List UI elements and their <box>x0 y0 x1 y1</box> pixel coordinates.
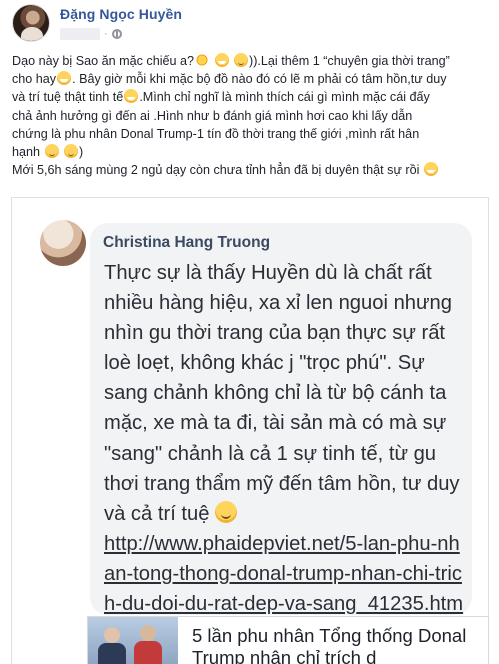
link-preview-title[interactable]: 5 lần phu nhân Tổng thống Donal Trump nh… <box>192 625 482 664</box>
post-text-segment: Mới 5,6h sáng mùng 2 ngủ dạy còn chưa tỉ… <box>12 163 420 178</box>
post-body: Dạo này bị Sao ăn mặc chiếu a? )).Lại th… <box>12 52 496 179</box>
smiling-emoji-icon <box>234 53 249 67</box>
thumbnail-person-head <box>140 625 156 641</box>
commenter-avatar[interactable] <box>40 220 86 266</box>
sun-emoji-icon <box>195 53 210 67</box>
smiling-emoji-icon <box>64 144 79 159</box>
globe-icon[interactable] <box>111 29 122 39</box>
blush-emoji-icon <box>215 500 238 523</box>
post-text-segment: .Mình chỉ nghĩ là mình thích cái gì mình… <box>139 90 430 105</box>
grinning-emoji-icon <box>214 53 229 67</box>
post-meta: · <box>60 27 122 41</box>
post-text-segment: chả ảnh hưởng gì đến ai .Hình như b đánh… <box>12 108 413 123</box>
smiling-emoji-icon <box>44 144 59 159</box>
meta-separator: · <box>104 28 108 40</box>
grinning-emoji-icon <box>124 89 139 104</box>
commenter-name[interactable]: Christina Hang Truong <box>103 234 270 252</box>
thumbnail-person-body <box>134 641 162 664</box>
thumbnail-person-head <box>104 627 120 643</box>
post-text-segment: cho hay <box>12 72 57 87</box>
post-text-segment: Dạo này bị Sao ăn mặc chiếu a? <box>12 54 195 68</box>
timestamp-redacted[interactable] <box>60 28 100 40</box>
grinning-emoji-icon <box>423 162 438 177</box>
post-text-segment: hạnh <box>12 145 41 160</box>
grinning-emoji-icon <box>57 71 72 86</box>
post-text-segment: . Bây giờ mỗi khi mặc bộ đồ nào đó có lẽ… <box>72 72 447 87</box>
post-text-segment: chứng là phu nhân Donal Trump-1 tín đồ t… <box>12 126 420 141</box>
thumbnail-person-body <box>98 643 126 664</box>
author-avatar[interactable] <box>12 4 50 42</box>
link-preview-thumbnail[interactable] <box>88 617 178 664</box>
author-name[interactable]: Đặng Ngọc Huyền <box>60 6 182 22</box>
post-text-segment: ) <box>79 145 84 160</box>
post-text-segment: và trí tuệ thật tinh tế <box>12 90 124 105</box>
post-text-segment: )).Lại thêm 1 “chuyên gia thời trang” <box>249 54 450 68</box>
facebook-post: Đặng Ngọc Huyền · Dạo này bị Sao ăn mặc … <box>0 0 499 664</box>
comment-body: Thực sự là thấy Huyền dù là chất rất nhi… <box>104 262 460 525</box>
comment-text: Thực sự là thấy Huyền dù là chất rất nhi… <box>104 258 466 649</box>
